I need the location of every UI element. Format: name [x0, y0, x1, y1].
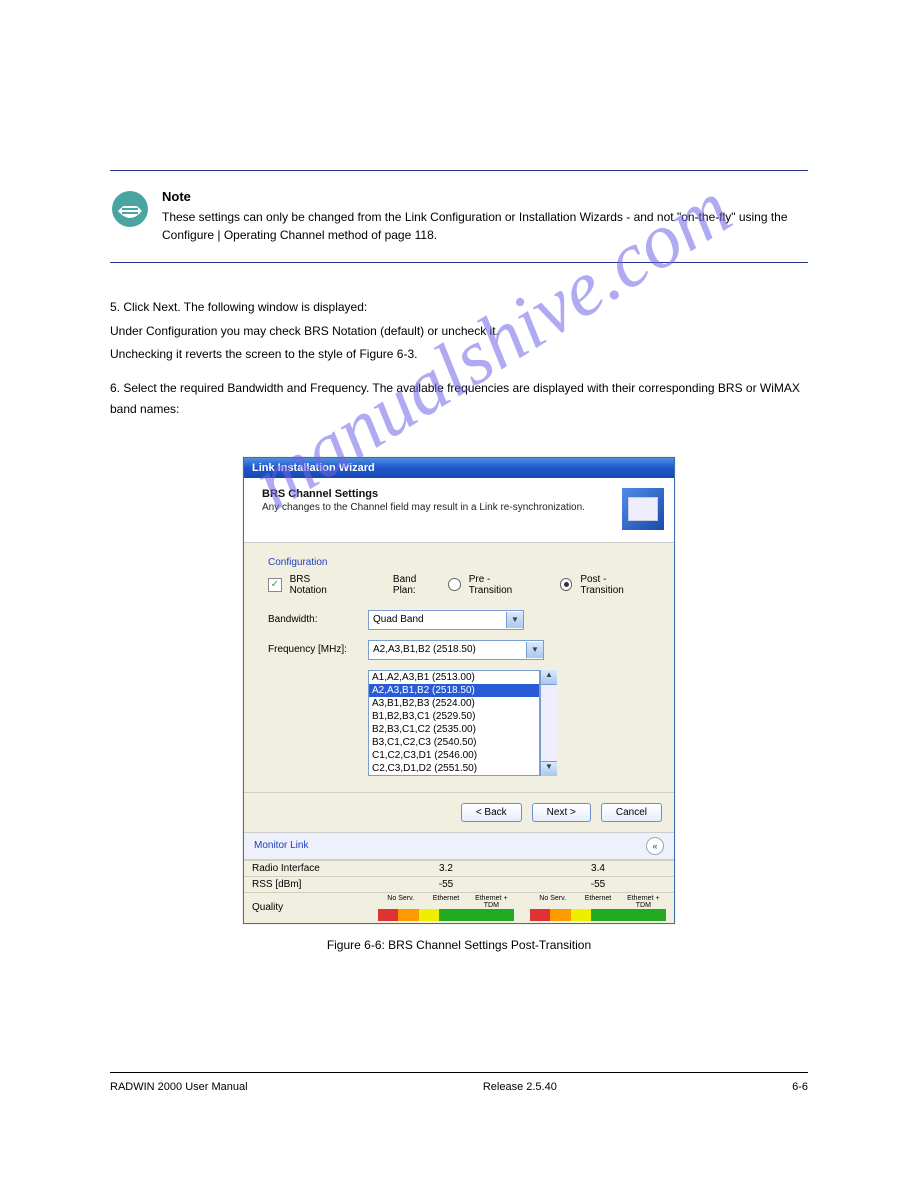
quality-label: Quality: [244, 892, 370, 923]
bandwidth-combo[interactable]: Quad Band ▼: [368, 610, 524, 630]
dialog-content: Configuration ✓ BRS Notation Band Plan: …: [244, 543, 674, 792]
pre-transition-radio[interactable]: [448, 578, 461, 591]
wizard-dialog: Link Installation Wizard BRS Channel Set…: [243, 457, 675, 924]
dialog-header: BRS Channel Settings Any changes to the …: [244, 478, 674, 543]
table-row: Radio Interface 3.2 3.4: [244, 860, 674, 876]
header-subtitle: Any changes to the Channel field may res…: [262, 502, 585, 513]
rss-col2: -55: [522, 876, 674, 892]
body-text: 5. Click Next. The following window is d…: [110, 297, 808, 421]
button-row: < Back Next > Cancel: [244, 792, 674, 832]
chevron-down-icon: ▼: [526, 642, 543, 658]
table-row: RSS [dBm] -55 -55: [244, 876, 674, 892]
chevron-down-icon: ▼: [506, 612, 523, 628]
table-row: Quality No Serv.EthernetEthernet + TDM N…: [244, 892, 674, 923]
list-item[interactable]: A1,A2,A3,B1 (2513.00): [369, 671, 539, 684]
monitor-link-label: Monitor Link: [254, 840, 308, 851]
post-transition-label: Post - Transition: [580, 574, 650, 596]
list-item[interactable]: B1,B2,B3,C1 (2529.50): [369, 710, 539, 723]
monitor-icon: [622, 488, 664, 530]
note-icon: [110, 189, 150, 234]
footer-right: Release 2.5.40: [483, 1081, 557, 1093]
cancel-button[interactable]: Cancel: [601, 803, 662, 822]
list-item[interactable]: B3,C1,C2,C3 (2540.50): [369, 736, 539, 749]
back-button[interactable]: < Back: [461, 803, 522, 822]
configuration-label: Configuration: [268, 557, 650, 568]
scroll-up-icon[interactable]: ▲: [541, 670, 557, 685]
quality-bar-2: No Serv.EthernetEthernet + TDM: [522, 892, 674, 923]
listbox-scrollbar[interactable]: ▲ ▼: [540, 670, 557, 776]
body-p2: Under Configuration you may check BRS No…: [110, 321, 808, 343]
figure-caption: Figure 6-6: BRS Channel Settings Post-Tr…: [110, 938, 808, 952]
bandwidth-label: Bandwidth:: [268, 614, 360, 625]
dialog-titlebar: Link Installation Wizard: [244, 458, 674, 478]
next-button[interactable]: Next >: [532, 803, 591, 822]
list-item[interactable]: A2,A3,B1,B2 (2518.50): [369, 684, 539, 697]
body-p3: Unchecking it reverts the screen to the …: [110, 344, 808, 366]
list-item[interactable]: B2,B3,C1,C2 (2535.00): [369, 723, 539, 736]
list-item[interactable]: C1,C2,C3,D1 (2546.00): [369, 749, 539, 762]
status-table: Radio Interface 3.2 3.4 RSS [dBm] -55 -5…: [244, 860, 674, 923]
rss-col1: -55: [370, 876, 522, 892]
post-transition-radio[interactable]: [560, 578, 573, 591]
frequency-label: Frequency [MHz]:: [268, 644, 360, 655]
list-item[interactable]: C2,C3,D1,D2 (2551.50): [369, 762, 539, 775]
footer-divider: [110, 1072, 808, 1073]
pre-transition-label: Pre - Transition: [469, 574, 534, 596]
radio-interface-col1: 3.2: [370, 860, 522, 876]
monitor-link-bar[interactable]: Monitor Link «: [244, 832, 674, 860]
frequency-value: A2,A3,B1,B2 (2518.50): [373, 644, 476, 655]
quality-bar-1: No Serv.EthernetEthernet + TDM: [370, 892, 522, 923]
body-p4: 6. Select the required Bandwidth and Fre…: [110, 378, 808, 421]
footer-left: RADWIN 2000 User Manual: [110, 1081, 248, 1093]
brs-notation-checkbox[interactable]: ✓: [268, 578, 282, 592]
collapse-icon[interactable]: «: [646, 837, 664, 855]
frequency-listbox[interactable]: A1,A2,A3,B1 (2513.00) A2,A3,B1,B2 (2518.…: [368, 670, 540, 776]
brs-notation-label: BRS Notation: [290, 574, 348, 596]
frequency-combo[interactable]: A2,A3,B1,B2 (2518.50) ▼: [368, 640, 544, 660]
note-block: Note These settings can only be changed …: [110, 189, 808, 244]
footer-page: 6-6: [792, 1081, 808, 1093]
divider-top: [110, 170, 808, 171]
page-footer: RADWIN 2000 User Manual Release 2.5.40 6…: [110, 1081, 808, 1093]
body-p1: 5. Click Next. The following window is d…: [110, 297, 808, 319]
note-title: Note: [162, 189, 808, 204]
band-plan-label: Band Plan:: [393, 574, 440, 596]
bandwidth-value: Quad Band: [373, 614, 424, 625]
note-text: These settings can only be changed from …: [162, 208, 808, 244]
list-item[interactable]: A3,B1,B2,B3 (2524.00): [369, 697, 539, 710]
header-title: BRS Channel Settings: [262, 488, 585, 500]
scroll-down-icon[interactable]: ▼: [541, 761, 557, 776]
divider-bottom: [110, 262, 808, 263]
radio-interface-label: Radio Interface: [244, 860, 370, 876]
radio-interface-col2: 3.4: [522, 860, 674, 876]
rss-label: RSS [dBm]: [244, 876, 370, 892]
